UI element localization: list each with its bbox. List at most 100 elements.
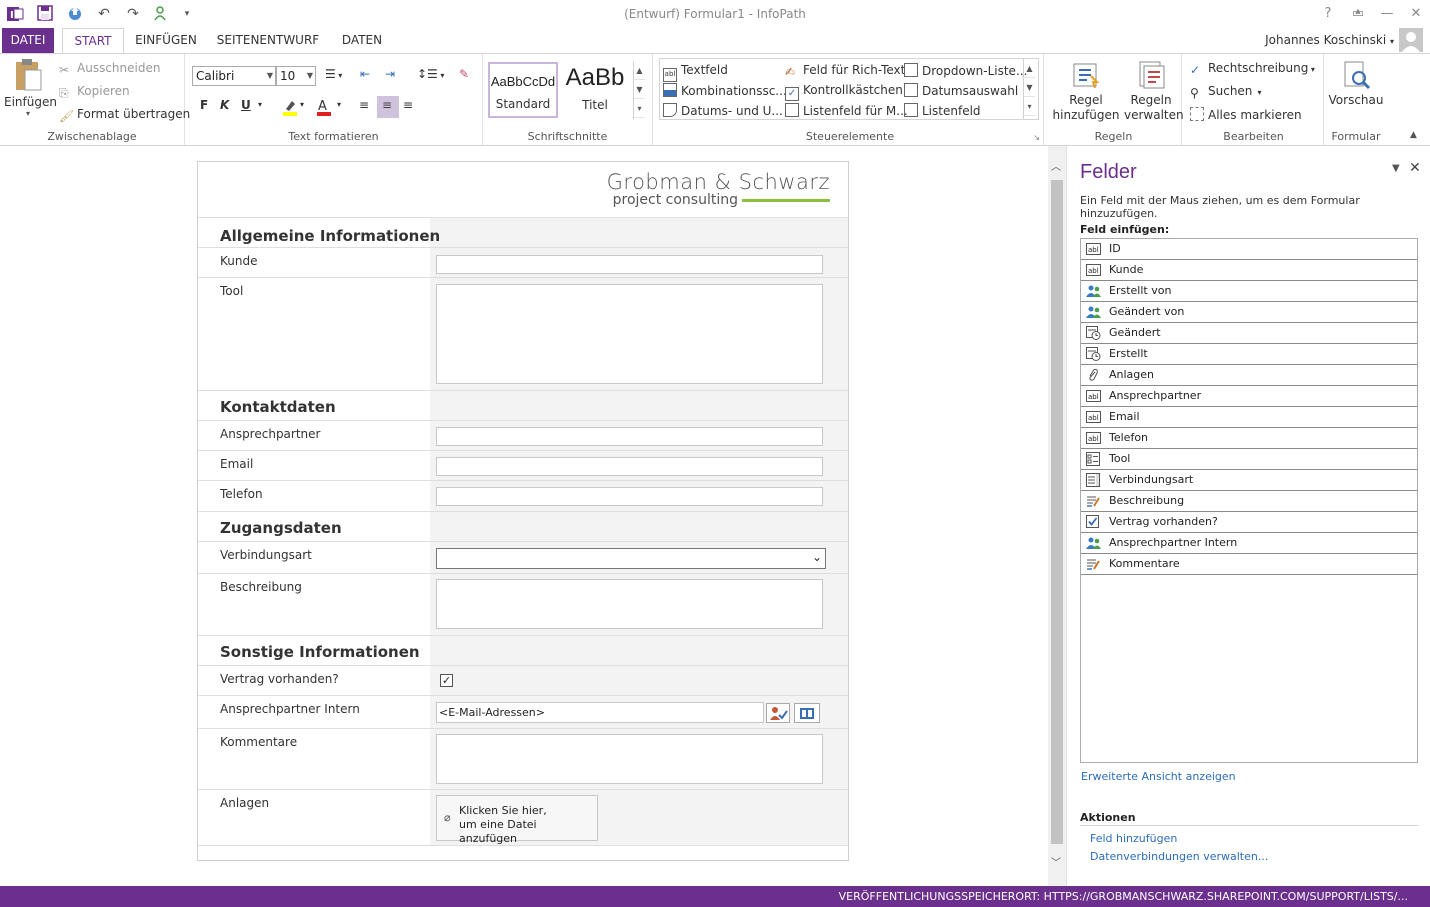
tool-multiselect[interactable] — [436, 284, 823, 384]
gallery-more-icon[interactable]: ▾ — [634, 99, 645, 118]
beschreibung-richtext[interactable] — [436, 579, 823, 629]
tab-datei[interactable]: DATEI — [2, 28, 54, 53]
preview-button[interactable]: Vorschau — [1326, 60, 1386, 107]
scrollbar-thumb[interactable] — [1051, 180, 1063, 844]
add-rule-button[interactable]: Regel hinzufügen — [1050, 60, 1122, 123]
control-textfield[interactable]: abl Textfeld — [663, 63, 728, 82]
control-combobox[interactable]: Kombinationssc... — [663, 83, 787, 98]
style-title[interactable]: AaBb Titel — [561, 62, 629, 118]
font-name-select[interactable]: Calibri ▼ — [192, 66, 276, 86]
scroll-up-icon[interactable]: ︿ — [1051, 158, 1061, 173]
chevron-up-icon[interactable]: ▲ — [634, 61, 645, 80]
font-size-select[interactable]: 10 ▼ — [276, 66, 316, 86]
highlight-color-button[interactable] — [282, 98, 298, 116]
add-field-link[interactable]: Feld hinzufügen — [1090, 832, 1177, 845]
check-names-button[interactable] — [766, 703, 790, 723]
field-list-item[interactable]: abl Telefon — [1081, 428, 1417, 449]
align-right-button[interactable]: ≡ — [403, 98, 413, 112]
avatar[interactable] — [1399, 28, 1423, 52]
telefon-input[interactable] — [436, 487, 823, 506]
field-list-item[interactable]: Tool — [1081, 449, 1417, 470]
attach-file-button[interactable]: ⌀ Klicken Sie hier, um eine Datei anzufü… — [436, 795, 598, 845]
clear-formatting-icon[interactable]: ✎ — [459, 67, 469, 81]
cut-button[interactable]: ✂ Ausschneiden — [59, 61, 160, 77]
field-list-item[interactable]: Verbindungsart — [1081, 470, 1417, 491]
line-spacing-button[interactable]: ↕☰ ▾ — [417, 67, 444, 81]
chevron-down-icon[interactable]: ▼ — [634, 80, 645, 99]
collapse-ribbon-icon[interactable]: ▲ — [1410, 130, 1417, 140]
manage-data-connections-link[interactable]: Datenverbindungen verwalten... — [1090, 850, 1268, 863]
chevron-up-icon[interactable]: ▲ — [1024, 59, 1035, 78]
field-list-item[interactable]: abl Email — [1081, 407, 1417, 428]
tab-seitenentwurf[interactable]: SEITENENTWURF — [212, 28, 324, 53]
control-richtext[interactable]: ✍ Feld für Rich-Text — [785, 63, 905, 79]
verbindungsart-dropdown[interactable]: ⌄ — [436, 548, 826, 569]
field-list-item[interactable]: Ansprechpartner Intern — [1081, 533, 1417, 554]
vertical-scrollbar[interactable]: ︿ ﹀ — [1048, 146, 1066, 886]
bullets-button[interactable]: ☰ ▾ — [325, 67, 342, 81]
panel-options-icon[interactable]: ▼ — [1392, 163, 1400, 174]
bold-button[interactable]: F — [200, 98, 208, 112]
restore-button[interactable] — [1376, 4, 1398, 24]
field-list-item[interactable]: abl Ansprechpartner — [1081, 386, 1417, 407]
increase-indent-button[interactable]: ⇥ — [385, 67, 395, 81]
tab-start[interactable]: START — [62, 28, 124, 54]
email-input[interactable] — [436, 457, 823, 476]
select-all-button[interactable]: Alles markieren — [1190, 107, 1302, 122]
kunde-input[interactable] — [436, 255, 823, 274]
attach-line-2: um eine Datei anzufügen — [459, 818, 537, 845]
decrease-indent-button[interactable]: ⇤ — [360, 67, 370, 81]
advanced-view-link[interactable]: Erweiterte Ansicht anzeigen — [1081, 770, 1236, 783]
close-window-button[interactable]: ✕ — [1405, 4, 1427, 24]
editing-group: ✓ Rechtschreibung ▾ ⚲ Suchen ▾ Alles marki… — [1184, 54, 1324, 145]
font-color-button[interactable]: A — [316, 98, 332, 116]
align-left-button[interactable]: ≡ — [359, 98, 369, 112]
control-listbox[interactable]: Listenfeld — [904, 103, 981, 118]
field-list-item[interactable]: Vertrag vorhanden? — [1081, 512, 1417, 533]
kommentare-richtext[interactable] — [436, 734, 823, 784]
chevron-down-icon[interactable]: ▼ — [1024, 78, 1035, 97]
field-list-item[interactable]: Erstellt von — [1081, 281, 1417, 302]
field-list-item[interactable]: abl Kunde — [1081, 260, 1417, 281]
field-list-item[interactable]: Beschreibung — [1081, 491, 1417, 512]
field-list-item[interactable]: Anlagen — [1081, 365, 1417, 386]
dialog-launcher-icon[interactable]: ↘ — [1033, 133, 1040, 142]
tab-einfuegen[interactable]: EINFÜGEN — [130, 28, 202, 53]
control-checkbox[interactable]: ✓ Kontrollkästchen — [785, 83, 903, 101]
scroll-down-icon[interactable]: ﹀ — [1051, 854, 1061, 869]
chevron-down-icon: ⌄ — [811, 550, 822, 564]
ansprechpartner-input[interactable] — [436, 427, 823, 446]
people-picker-input[interactable]: <E-Mail-Adressen> — [436, 702, 764, 723]
control-dropdown[interactable]: Dropdown-Liste... — [904, 63, 1027, 78]
manage-rules-button[interactable]: Regeln verwalten — [1124, 60, 1184, 123]
highlight-dropdown-icon[interactable]: ▾ — [300, 100, 304, 109]
vertrag-checkbox[interactable]: ✓ — [440, 674, 453, 687]
underline-dropdown-icon[interactable]: ▾ — [258, 100, 262, 109]
help-button[interactable]: ? — [1317, 4, 1339, 24]
field-list-item[interactable]: Geändert — [1081, 323, 1417, 344]
paste-button[interactable]: Einfügen ▾ — [4, 58, 57, 126]
styles-gallery-scroll[interactable]: ▲ ▼ ▾ — [633, 61, 645, 119]
style-standard[interactable]: AaBbCcDd Standard — [488, 62, 558, 118]
field-list-item[interactable]: Geändert von — [1081, 302, 1417, 323]
font-color-dropdown-icon[interactable]: ▾ — [337, 100, 341, 109]
control-datepicker[interactable]: Datumsauswahl — [904, 83, 1018, 98]
underline-button[interactable]: U — [241, 98, 251, 112]
italic-button[interactable]: K — [220, 98, 229, 112]
field-list-item[interactable]: Erstellt — [1081, 344, 1417, 365]
spelling-button[interactable]: ✓ Rechtschreibung ▾ — [1190, 61, 1315, 77]
format-painter-button[interactable]: 🖌 Format übertragen — [59, 107, 190, 123]
gallery-more-icon[interactable]: ▾ — [1024, 97, 1035, 116]
align-center-button[interactable]: ≡ — [377, 96, 399, 118]
field-list-item[interactable]: Kommentare — [1081, 554, 1417, 575]
control-multiselect[interactable]: Listenfeld für M... — [785, 103, 908, 118]
control-datetime[interactable]: Datums- und U... — [663, 103, 783, 118]
controls-gallery-scroll[interactable]: ▲ ▼ ▾ — [1023, 59, 1035, 119]
copy-button[interactable]: ⎘ Kopieren — [59, 84, 130, 100]
find-button[interactable]: ⚲ Suchen ▾ — [1190, 84, 1262, 100]
field-list-item[interactable]: abl ID — [1081, 239, 1417, 260]
user-name[interactable]: Johannes Koschinski ▾ — [1265, 33, 1394, 47]
address-book-button[interactable] — [794, 703, 820, 723]
close-icon[interactable]: ✕ — [1409, 160, 1421, 176]
tab-daten[interactable]: DATEN — [332, 28, 392, 53]
